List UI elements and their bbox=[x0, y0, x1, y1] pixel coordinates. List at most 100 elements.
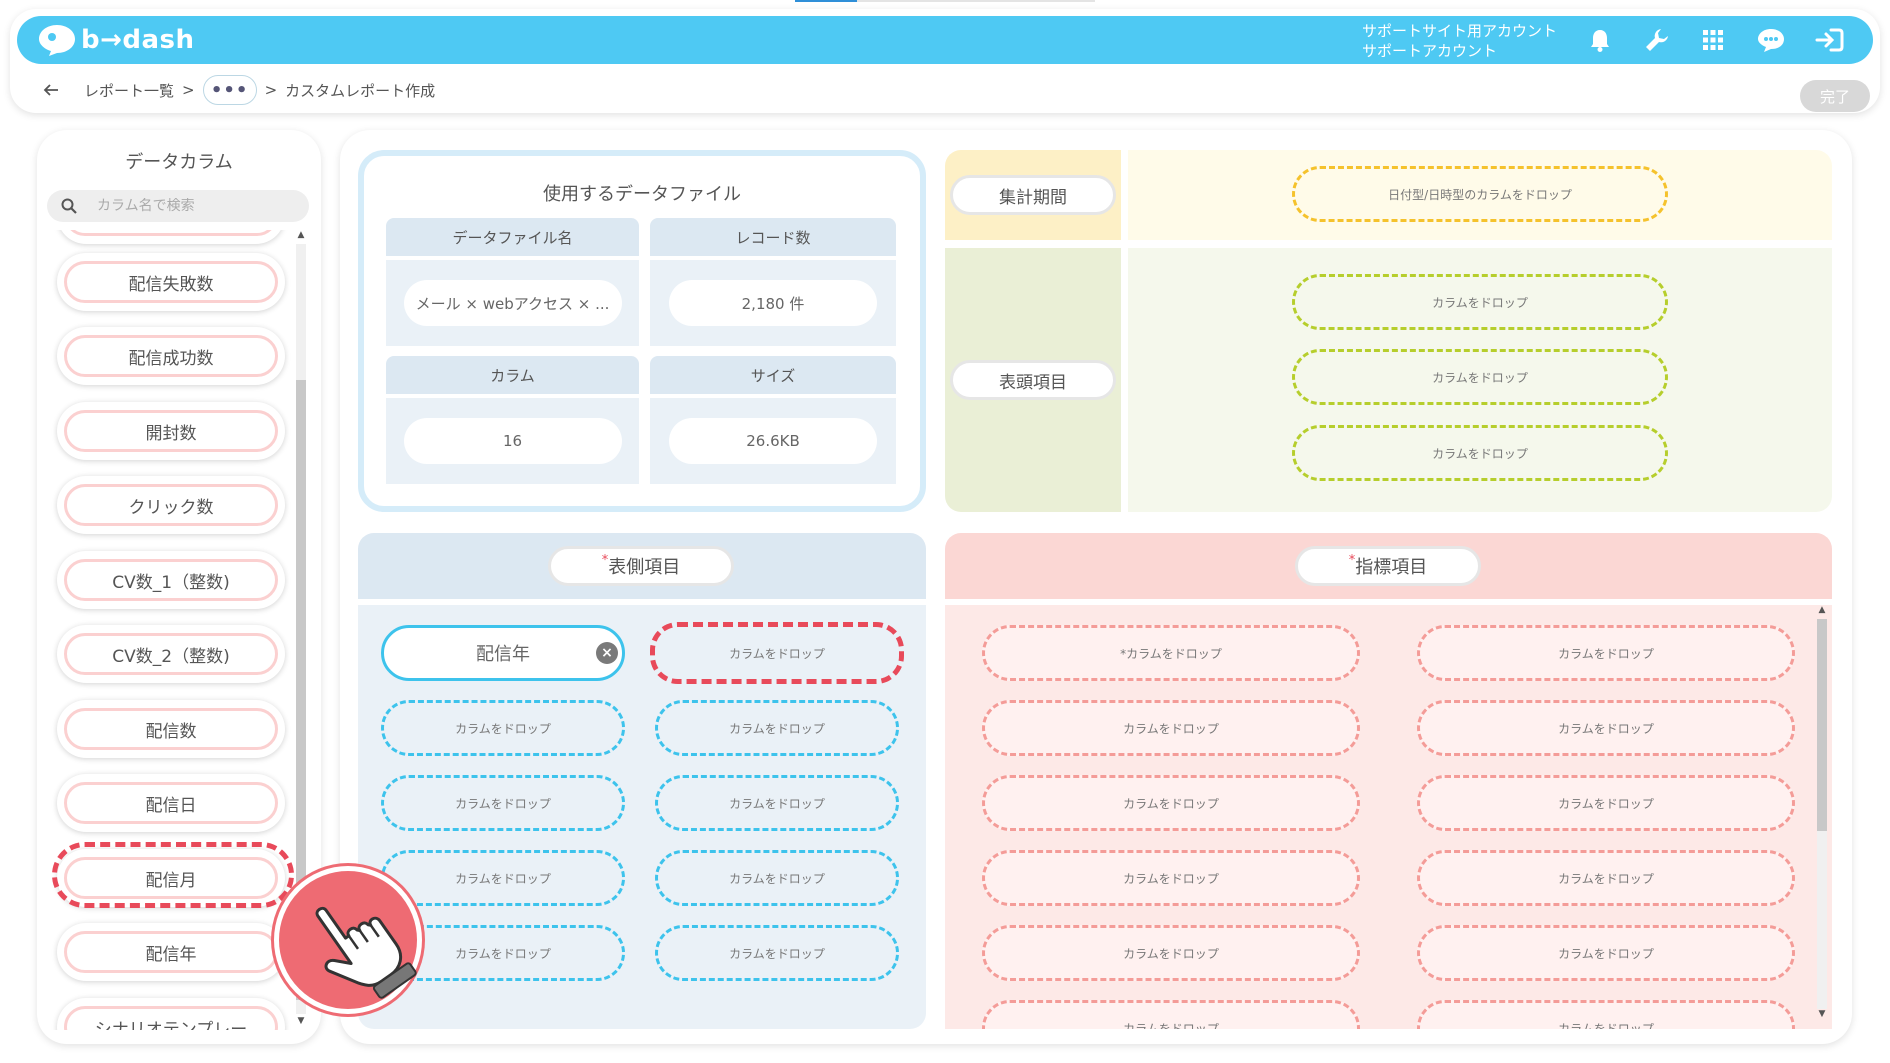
grid-icon[interactable] bbox=[1696, 24, 1730, 56]
done-button[interactable]: 完了 bbox=[1800, 80, 1870, 112]
metric-drop-zone[interactable]: カラムをドロップ bbox=[982, 1000, 1360, 1029]
scroll-up-icon[interactable]: ▲ bbox=[1814, 605, 1830, 615]
period-drop-zone[interactable]: 日付型/日時型のカラムをドロップ bbox=[1292, 166, 1668, 222]
scroll-thumb[interactable] bbox=[1817, 619, 1827, 831]
data-file-title: 使用するデータファイル bbox=[364, 180, 920, 209]
required-mark: * bbox=[601, 552, 609, 568]
period-label: 集計期間 bbox=[950, 175, 1116, 215]
size-header: サイズ bbox=[650, 356, 896, 394]
metric-scrollbar[interactable]: ▲ ▼ bbox=[1814, 605, 1830, 1025]
column-count-cell: 16 bbox=[386, 398, 639, 484]
row-drop-zone[interactable]: カラムをドロップ bbox=[655, 850, 899, 906]
column-item[interactable]: 配信成功数 bbox=[57, 327, 285, 385]
column-search[interactable] bbox=[47, 190, 309, 222]
header-drop-zone[interactable]: カラムをドロップ bbox=[1292, 274, 1668, 330]
metric-items-header: * 指標項目 bbox=[945, 533, 1832, 599]
report-builder-panel: 使用するデータファイル データファイル名 レコード数 メール × webアクセス… bbox=[340, 130, 1852, 1044]
metric-drop-zone[interactable]: カラムをドロップ bbox=[1417, 850, 1795, 906]
breadcrumb-more-button[interactable]: ••• bbox=[202, 75, 257, 105]
column-item[interactable] bbox=[57, 230, 285, 244]
metric-drop-zone[interactable]: カラムをドロップ bbox=[1417, 700, 1795, 756]
metric-drop-zone[interactable]: カラムをドロップ bbox=[1417, 925, 1795, 981]
logout-icon[interactable] bbox=[1812, 24, 1846, 56]
period-section: 集計期間 bbox=[945, 150, 1121, 240]
hand-pointer-icon bbox=[274, 866, 422, 1014]
breadcrumb-report-list[interactable]: レポート一覧 bbox=[84, 80, 174, 101]
chat-icon[interactable] bbox=[1754, 24, 1788, 56]
search-input[interactable] bbox=[97, 198, 277, 214]
header-drop-zone[interactable]: カラムをドロップ bbox=[1292, 425, 1668, 481]
logo-bubble-icon bbox=[37, 23, 77, 57]
row-drop-zone[interactable]: カラムをドロップ bbox=[655, 925, 899, 981]
account-info[interactable]: サポートサイト用アカウント サポートアカウント bbox=[1362, 21, 1557, 61]
metric-drop-zone[interactable]: カラムをドロップ bbox=[982, 925, 1360, 981]
metric-items-label: * 指標項目 bbox=[1295, 546, 1481, 586]
account-line-2: サポートアカウント bbox=[1362, 42, 1498, 60]
column-item[interactable]: CV数_2（整数) bbox=[57, 625, 285, 683]
row-drop-zone[interactable]: カラムをドロップ bbox=[381, 775, 625, 831]
metric-drop-zone[interactable]: *カラムをドロップ bbox=[982, 625, 1360, 681]
metric-drop-zone[interactable]: カラムをドロップ bbox=[1417, 1000, 1795, 1029]
metric-items-drop-area: *カラムをドロップ カラムをドロップ カラムをドロップ カラムをドロップ カラム… bbox=[945, 605, 1832, 1029]
column-item[interactable]: シナリオテンプレー bbox=[57, 998, 285, 1030]
logo[interactable]: b→dash bbox=[37, 22, 195, 58]
metric-drop-zone[interactable]: カラムをドロップ bbox=[982, 700, 1360, 756]
progress-marks bbox=[795, 0, 1095, 2]
remove-icon[interactable]: × bbox=[596, 642, 618, 664]
breadcrumb: レポート一覧 > ••• > カスタムレポート作成 bbox=[38, 75, 435, 105]
file-name-header: データファイル名 bbox=[386, 218, 639, 256]
size-cell: 26.6KB bbox=[650, 398, 896, 484]
column-item[interactable]: 配信失敗数 bbox=[57, 253, 285, 311]
header-items-section: 表頭項目 bbox=[945, 248, 1121, 512]
metric-drop-zone[interactable]: カラムをドロップ bbox=[982, 775, 1360, 831]
column-item[interactable]: 配信数 bbox=[57, 700, 285, 758]
record-count-value: 2,180 件 bbox=[669, 280, 877, 326]
column-item[interactable]: 配信年 bbox=[57, 923, 285, 981]
wrench-icon[interactable] bbox=[1640, 24, 1674, 56]
column-list: 配信失敗数 配信成功数 開封数 クリック数 CV数_1（整数) CV数_2（整数… bbox=[37, 230, 293, 1030]
logo-text: b→dash bbox=[81, 25, 195, 55]
bell-icon[interactable] bbox=[1583, 24, 1617, 56]
column-item[interactable]: 配信日 bbox=[57, 774, 285, 832]
row-item-filled[interactable]: 配信年 × bbox=[381, 625, 625, 681]
column-count-value: 16 bbox=[403, 418, 622, 464]
data-file-card: 使用するデータファイル データファイル名 レコード数 メール × webアクセス… bbox=[358, 150, 926, 512]
row-drop-zone[interactable]: カラムをドロップ bbox=[381, 700, 625, 756]
account-line-1: サポートサイト用アカウント bbox=[1362, 22, 1558, 40]
header-items-drop-area: カラムをドロップ カラムをドロップ カラムをドロップ bbox=[1128, 248, 1832, 512]
metric-drop-zone[interactable]: カラムをドロップ bbox=[1417, 775, 1795, 831]
column-item[interactable]: クリック数 bbox=[57, 476, 285, 534]
row-items-header: * 表側項目 bbox=[358, 533, 926, 599]
row-drop-zone[interactable]: カラムをドロップ bbox=[655, 775, 899, 831]
header-bar: b→dash サポートサイト用アカウント サポートアカウント bbox=[17, 16, 1873, 64]
panel-title: データカラム bbox=[37, 148, 321, 177]
header-drop-zone[interactable]: カラムをドロップ bbox=[1292, 349, 1668, 405]
breadcrumb-separator: > bbox=[182, 81, 195, 99]
row-drop-zone[interactable]: カラムをドロップ bbox=[381, 850, 625, 906]
period-drop-area: 日付型/日時型のカラムをドロップ bbox=[1128, 150, 1832, 240]
row-drop-zone[interactable]: カラムをドロップ bbox=[655, 700, 899, 756]
breadcrumb-current: カスタムレポート作成 bbox=[285, 81, 436, 100]
row-items-label: * 表側項目 bbox=[548, 546, 734, 586]
size-value: 26.6KB bbox=[669, 418, 877, 464]
app-header: b→dash サポートサイト用アカウント サポートアカウント レポート一覧 > … bbox=[10, 9, 1880, 113]
scroll-up-icon[interactable]: ▲ bbox=[293, 230, 309, 240]
row-drop-zone-target[interactable]: カラムをドロップ bbox=[650, 622, 904, 684]
file-name-cell: メール × webアクセス × ... bbox=[386, 260, 639, 346]
record-count-cell: 2,180 件 bbox=[650, 260, 896, 346]
required-mark: * bbox=[1348, 552, 1356, 568]
row-items-drop-area: 配信年 × カラムをドロップ カラムをドロップ カラムをドロップ カラムをドロッ… bbox=[358, 605, 926, 1029]
scroll-down-icon[interactable]: ▼ bbox=[293, 1016, 309, 1026]
record-count-header: レコード数 bbox=[650, 218, 896, 256]
breadcrumb-separator: > bbox=[264, 81, 278, 99]
column-item[interactable]: 開封数 bbox=[57, 402, 285, 460]
column-item[interactable]: CV数_1（整数) bbox=[57, 551, 285, 609]
metric-drop-zone[interactable]: カラムをドロップ bbox=[1417, 625, 1795, 681]
scroll-down-icon[interactable]: ▼ bbox=[1814, 1009, 1830, 1019]
file-name-value: メール × webアクセス × ... bbox=[403, 280, 622, 326]
column-count-header: カラム bbox=[386, 356, 639, 394]
metric-drop-zone[interactable]: カラムをドロップ bbox=[982, 850, 1360, 906]
search-icon bbox=[61, 198, 77, 214]
drag-source-highlight bbox=[52, 842, 294, 908]
arrow-left-icon[interactable] bbox=[38, 77, 64, 103]
